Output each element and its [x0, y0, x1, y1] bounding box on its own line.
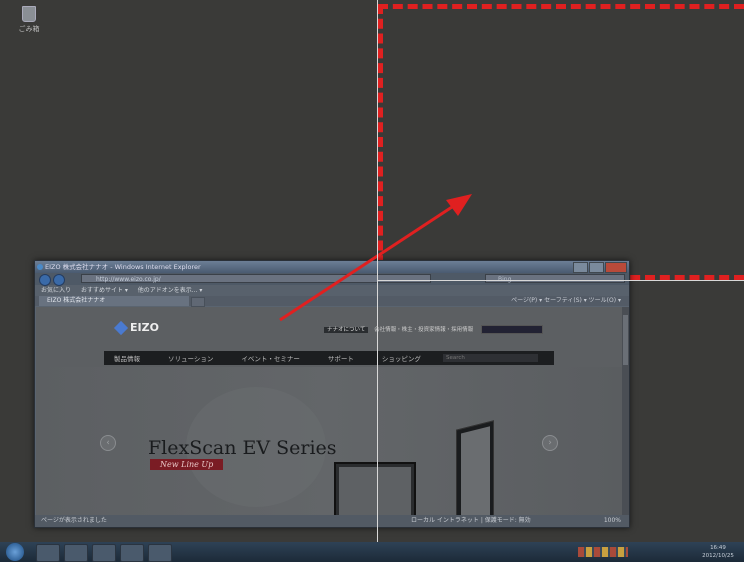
cursor-guide-horizontal — [378, 280, 744, 281]
desktop: ごみ箱 EIZO 株式会社ナナオ - Windows Internet Expl… — [0, 0, 744, 542]
arrow-head — [446, 194, 472, 216]
drag-direction-arrow — [279, 194, 472, 322]
ie-taskbar-icon[interactable] — [36, 544, 60, 562]
tray-icons[interactable] — [578, 547, 628, 557]
clock-date: 2012/10/25 — [702, 553, 734, 559]
cursor-guide-vertical — [377, 0, 378, 562]
start-button[interactable] — [6, 543, 24, 561]
clock[interactable]: 16:49 2012/10/25 — [696, 544, 740, 560]
taskbar: 16:49 2012/10/25 — [0, 542, 744, 562]
clock-time: 16:49 — [710, 545, 726, 551]
arrow-shaft — [279, 205, 453, 322]
media-taskbar-icon[interactable] — [92, 544, 116, 562]
display-taskbar-icon[interactable] — [120, 544, 144, 562]
explorer-taskbar-icon[interactable] — [64, 544, 88, 562]
app-taskbar-icon[interactable] — [148, 544, 172, 562]
